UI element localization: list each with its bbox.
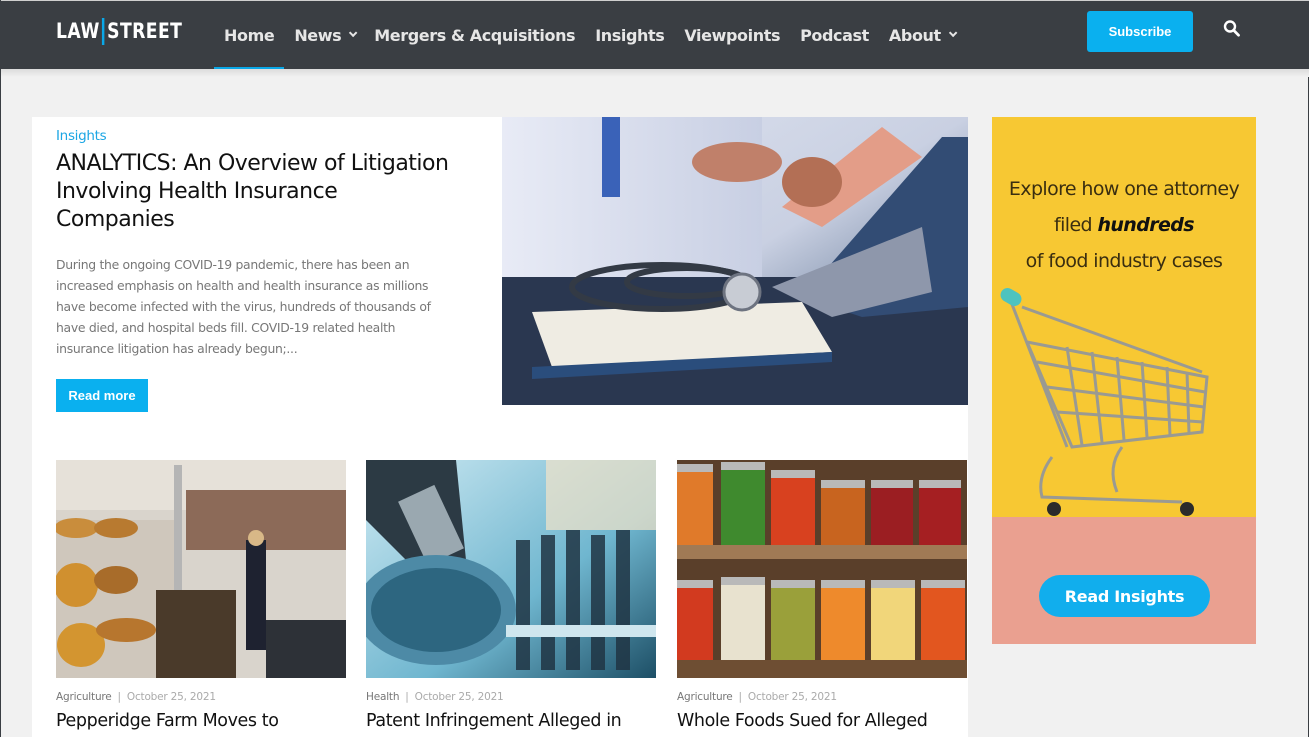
nav-item-podcast[interactable]: Podcast bbox=[790, 1, 879, 69]
article-grid: Agriculture | October 25, 2021 Pepperidg… bbox=[32, 457, 968, 737]
nav-label: Podcast bbox=[800, 25, 869, 45]
ad-line-2-prefix: filed bbox=[1054, 214, 1098, 236]
featured-title[interactable]: ANALYTICS: An Overview of Litigation Inv… bbox=[56, 150, 456, 234]
subscribe-button[interactable]: Subscribe bbox=[1087, 11, 1193, 52]
card-title[interactable]: Pepperidge Farm Moves to bbox=[56, 709, 346, 733]
read-more-button[interactable]: Read more bbox=[56, 379, 148, 412]
site-logo[interactable]: LAW STREET bbox=[56, 17, 182, 45]
logo-text-law: LAW bbox=[56, 19, 100, 43]
nav-label: Mergers & Acquisitions bbox=[374, 25, 576, 45]
nav-label: Insights bbox=[595, 25, 665, 45]
nav-label: Viewpoints bbox=[684, 25, 781, 45]
card-image[interactable] bbox=[677, 460, 967, 678]
nav-item-home[interactable]: Home bbox=[214, 1, 285, 70]
card-category[interactable]: Health bbox=[366, 691, 399, 703]
article-card: Agriculture | October 25, 2021 Pepperidg… bbox=[56, 460, 346, 733]
article-card: Agriculture | October 25, 2021 Whole Foo… bbox=[677, 460, 967, 733]
card-meta: Agriculture | October 25, 2021 bbox=[56, 691, 346, 703]
nav-item-news[interactable]: News bbox=[284, 1, 364, 69]
card-image[interactable] bbox=[56, 460, 346, 678]
card-title[interactable]: Patent Infringement Alleged in bbox=[366, 709, 656, 733]
logo-divider bbox=[102, 17, 105, 45]
card-category[interactable]: Agriculture bbox=[56, 691, 112, 703]
chevron-down-icon bbox=[349, 28, 358, 38]
search-icon[interactable] bbox=[1222, 19, 1242, 39]
card-meta: Agriculture | October 25, 2021 bbox=[677, 691, 967, 703]
featured-article: Insights ANALYTICS: An Overview of Litig… bbox=[32, 117, 968, 457]
meta-separator: | bbox=[738, 691, 743, 703]
nav-item-about[interactable]: About bbox=[879, 1, 964, 69]
header-shadow bbox=[1, 69, 1309, 77]
nav-label: News bbox=[294, 25, 342, 45]
card-date: October 25, 2021 bbox=[126, 691, 216, 703]
chevron-down-icon bbox=[948, 28, 958, 38]
featured-image[interactable] bbox=[502, 117, 968, 405]
meta-separator: | bbox=[405, 691, 409, 703]
site-header: LAW STREET Home News Mergers & Acquisiti… bbox=[1, 0, 1309, 70]
ad-line-3: of food industry cases bbox=[1025, 250, 1223, 272]
card-date: October 25, 2021 bbox=[747, 691, 837, 703]
ad-emphasis: hundreds bbox=[1097, 214, 1194, 236]
nav-label: About bbox=[888, 25, 941, 45]
featured-category-link[interactable]: Insights bbox=[56, 128, 107, 144]
logo-text-street: STREET bbox=[107, 19, 183, 43]
nav-label: Home bbox=[224, 25, 275, 45]
featured-excerpt: During the ongoing COVID-19 pandemic, th… bbox=[56, 257, 431, 356]
card-image[interactable] bbox=[366, 460, 656, 678]
nav-item-insights[interactable]: Insights bbox=[585, 1, 674, 69]
shopping-cart-illustration bbox=[992, 287, 1256, 537]
ad-headline: Explore how one attorney filed hundreds … bbox=[992, 171, 1256, 279]
article-card: Health | October 25, 2021 Patent Infring… bbox=[366, 460, 656, 733]
card-meta: Health | October 25, 2021 bbox=[366, 691, 656, 703]
ad-line-2: filed hundreds bbox=[992, 207, 1256, 243]
read-insights-button[interactable]: Read Insights bbox=[1039, 575, 1210, 617]
card-title[interactable]: Whole Foods Sued for Alleged bbox=[677, 709, 967, 733]
nav-item-viewpoints[interactable]: Viewpoints bbox=[674, 1, 790, 69]
main-nav: Home News Mergers & Acquisitions Insight… bbox=[214, 1, 964, 70]
card-category[interactable]: Agriculture bbox=[677, 691, 733, 703]
card-date: October 25, 2021 bbox=[414, 691, 504, 703]
meta-separator: | bbox=[117, 691, 122, 703]
nav-item-mergers-acquisitions[interactable]: Mergers & Acquisitions bbox=[364, 1, 585, 69]
sidebar-ad[interactable]: Explore how one attorney filed hundreds … bbox=[992, 117, 1256, 644]
ad-line-1: Explore how one attorney bbox=[1008, 178, 1240, 200]
